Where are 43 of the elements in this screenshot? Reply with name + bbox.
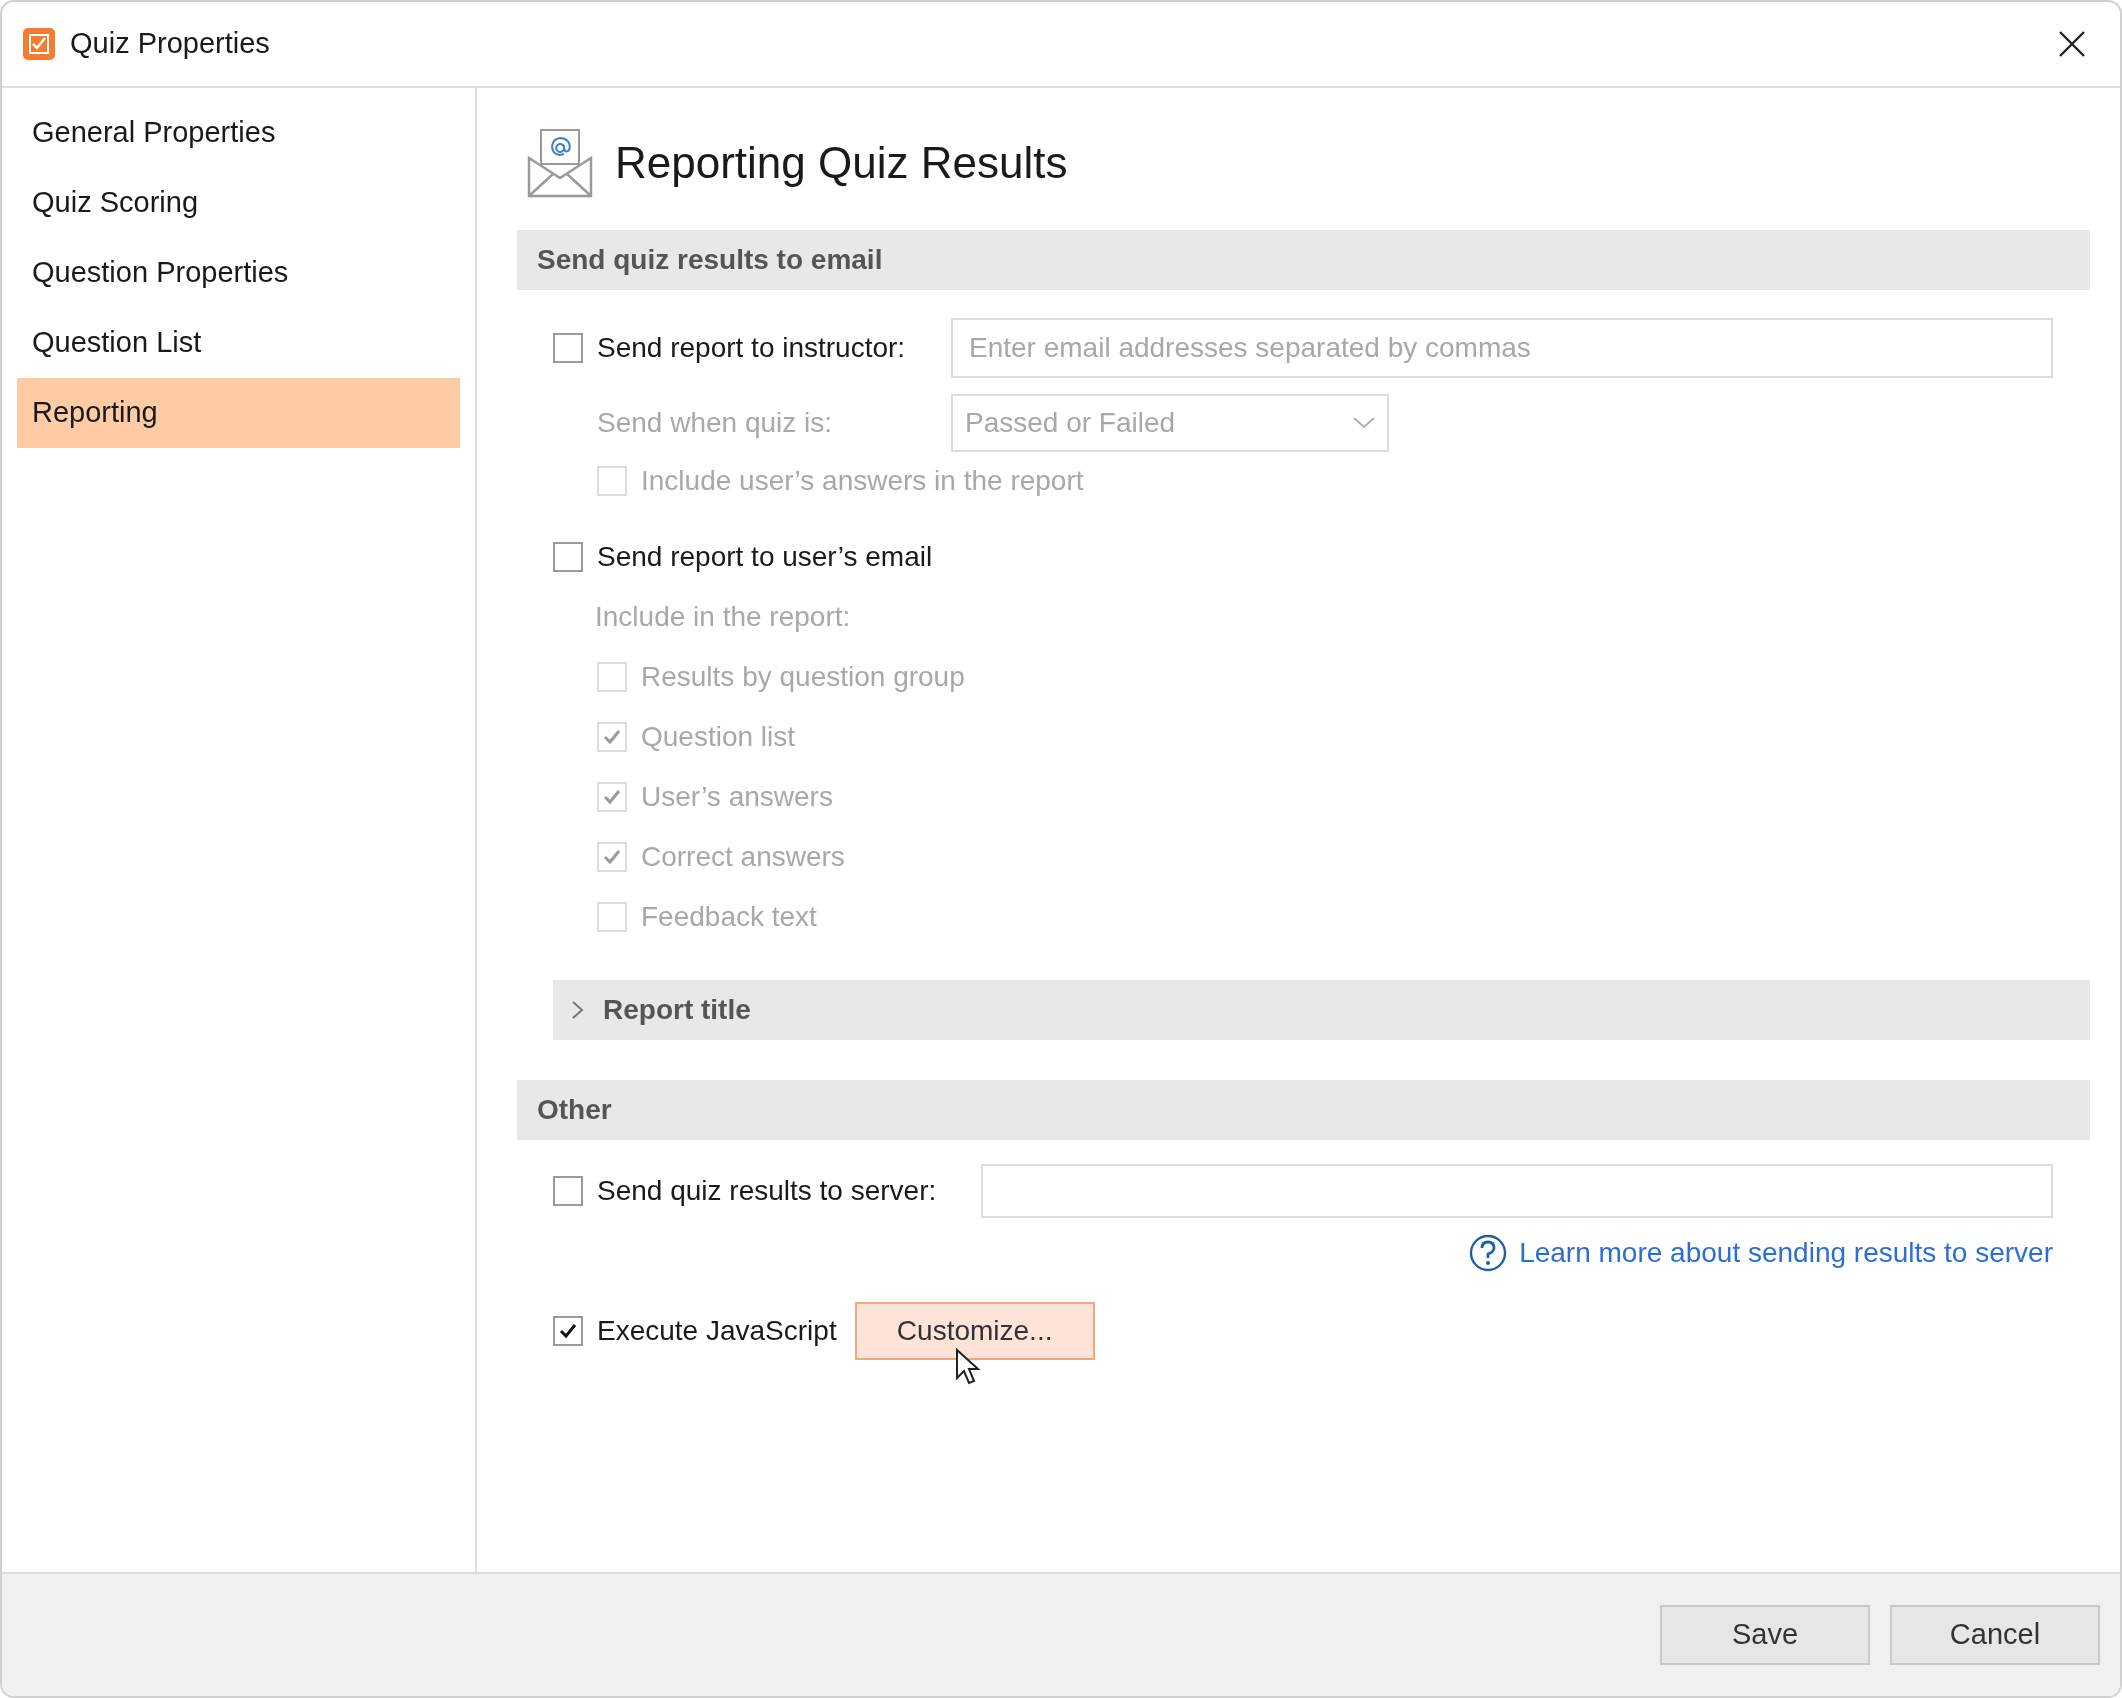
checkbox-label: User’s answers: [641, 780, 833, 814]
include-label: Include in the report:: [595, 600, 852, 634]
chevron-down-icon: [1353, 417, 1375, 429]
checkbox[interactable]: [553, 542, 583, 572]
checkbox-label: Send report to instructor:: [597, 331, 907, 365]
report-title-header[interactable]: Report title: [553, 980, 2090, 1040]
checkbox-label: Send report to user’s email: [597, 540, 933, 574]
checkmark-icon: [602, 847, 622, 867]
checkmark-icon: [602, 787, 622, 807]
section-header: Send quiz results to email: [517, 230, 2090, 290]
checkmark-icon: [602, 727, 622, 747]
footer-button[interactable]: Cancel: [1890, 1605, 2100, 1665]
checkbox[interactable]: [553, 333, 583, 363]
checkmark-icon: [558, 1321, 578, 1341]
sidebar-item[interactable]: Question Properties: [17, 238, 460, 308]
learn-more-link[interactable]: Learn more about sending results to server: [1519, 1232, 2053, 1274]
server-input-field[interactable]: [981, 1164, 2053, 1218]
field-label: Send when quiz is:: [597, 406, 834, 440]
sidebar-item[interactable]: Quiz Scoring: [17, 168, 460, 238]
chevron-icon: [571, 1000, 585, 1020]
window-title: Quiz Properties: [70, 26, 270, 62]
checkbox-label: Execute JavaScript: [597, 1314, 837, 1348]
close-icon[interactable]: [2058, 30, 2086, 58]
checkbox-label: Feedback text: [641, 900, 817, 934]
checkbox-label: Include user’s answers in the report: [641, 464, 1084, 498]
sidebar-item[interactable]: Reporting: [17, 378, 460, 448]
checkbox-label: Send quiz results to server:: [597, 1174, 938, 1208]
checkbox-label: Correct answers: [641, 840, 845, 874]
app-checkbox-icon: [22, 27, 56, 61]
checkbox-label: Question list: [641, 720, 796, 754]
page-title: Reporting Quiz Results: [615, 137, 1068, 189]
sidebar-item[interactable]: Question List: [17, 308, 460, 378]
customize-button[interactable]: Customize...: [854, 1302, 1095, 1360]
sidebar-item[interactable]: General Properties: [17, 98, 460, 168]
mouse-cursor-icon: [954, 1348, 981, 1386]
footer-button[interactable]: Save: [1660, 1605, 1870, 1665]
email-input-field[interactable]: Enter email addresses separated by commas: [951, 318, 2053, 378]
envelope-icon: [527, 128, 593, 198]
checkbox-label: Results by question group: [641, 660, 965, 694]
help-icon: [1469, 1234, 1508, 1272]
checkbox[interactable]: [553, 1316, 583, 1346]
checkbox[interactable]: [553, 1176, 583, 1206]
section-header: Other: [517, 1080, 2090, 1140]
